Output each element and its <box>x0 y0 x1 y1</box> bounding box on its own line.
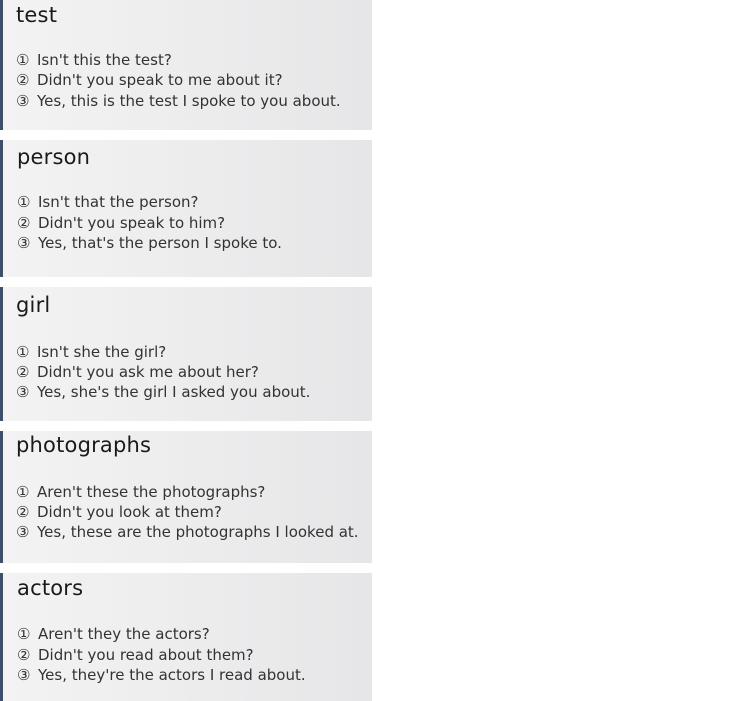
sentence-line: ① Aren't they the actors? <box>17 624 210 644</box>
card-test: test ① Isn't this the test? ② Didn't you s… <box>0 0 372 130</box>
line-number: ③ <box>16 523 30 541</box>
line-number: ① <box>17 193 31 211</box>
line-number: ③ <box>17 666 31 684</box>
line-number: ① <box>16 343 30 361</box>
card-girl: girl ① Isn't she the girl? ② Didn't you as… <box>0 287 372 421</box>
card-actors: actors ① Aren't they the actors? ② Didn't … <box>0 573 372 701</box>
sentence-text: Yes, she's the girl I asked you about. <box>37 383 311 401</box>
sentence-line: ② Didn't you read about them? <box>17 645 254 665</box>
line-number: ① <box>17 625 31 643</box>
sentence-line: ② Didn't you speak to me about it? <box>16 70 283 90</box>
line-number: ③ <box>16 383 30 401</box>
sentence-text: Yes, these are the photographs I looked … <box>37 523 359 541</box>
line-number: ① <box>16 483 30 501</box>
sentence-text: Didn't you ask me about her? <box>37 363 259 381</box>
sentence-text: Aren't they the actors? <box>38 625 210 643</box>
line-number: ② <box>17 646 31 664</box>
sentence-line: ② Didn't you look at them? <box>16 502 222 522</box>
sentence-line: ① Isn't that the person? <box>17 192 199 212</box>
sentence-text: Didn't you look at them? <box>37 503 222 521</box>
sentence-text: Yes, this is the test I spoke to you abo… <box>37 92 341 110</box>
card-title: actors <box>17 576 84 600</box>
line-number: ③ <box>17 234 31 252</box>
card-title: test <box>16 3 58 27</box>
line-number: ② <box>16 363 30 381</box>
line-number: ① <box>16 51 30 69</box>
sentence-text: Didn't you speak to me about it? <box>37 71 283 89</box>
line-number: ② <box>16 503 30 521</box>
sentence-line: ③ Yes, they're the actors I read about. <box>17 665 306 685</box>
card-title: girl <box>16 293 51 317</box>
sentence-line: ① Isn't this the test? <box>16 50 172 70</box>
sentence-text: Yes, they're the actors I read about. <box>38 666 306 684</box>
sentence-line: ③ Yes, these are the photographs I looked… <box>16 522 359 542</box>
card-title: person <box>17 145 91 169</box>
sentence-line: ① Isn't she the girl? <box>16 342 166 362</box>
sentence-text: Didn't you read about them? <box>38 646 254 664</box>
sentence-text: Isn't this the test? <box>37 51 172 69</box>
sentence-text: Aren't these the photographs? <box>37 483 266 501</box>
line-number: ② <box>16 71 30 89</box>
line-number: ③ <box>16 92 30 110</box>
sentence-text: Didn't you speak to him? <box>38 214 226 232</box>
sentence-text: Isn't that the person? <box>38 193 199 211</box>
sentence-line: ① Aren't these the photographs? <box>16 482 265 502</box>
sentence-text: Yes, that's the person I spoke to. <box>38 234 282 252</box>
sentence-line: ③ Yes, she's the girl I asked you about. <box>16 382 310 402</box>
sentence-line: ② Didn't you speak to him? <box>17 213 225 233</box>
sentence-line: ③ Yes, that's the person I spoke to. <box>17 233 282 253</box>
sentence-line: ③ Yes, this is the test I spoke to you ab… <box>16 91 341 111</box>
card-person: person ① Isn't that the person? ② Didn't y… <box>0 140 372 277</box>
card-title: photographs <box>16 433 152 457</box>
line-number: ② <box>17 214 31 232</box>
sentence-text: Isn't she the girl? <box>37 343 167 361</box>
sentence-line: ② Didn't you ask me about her? <box>16 362 259 382</box>
card-photographs: photographs ① Aren't these the photograph… <box>0 431 372 563</box>
